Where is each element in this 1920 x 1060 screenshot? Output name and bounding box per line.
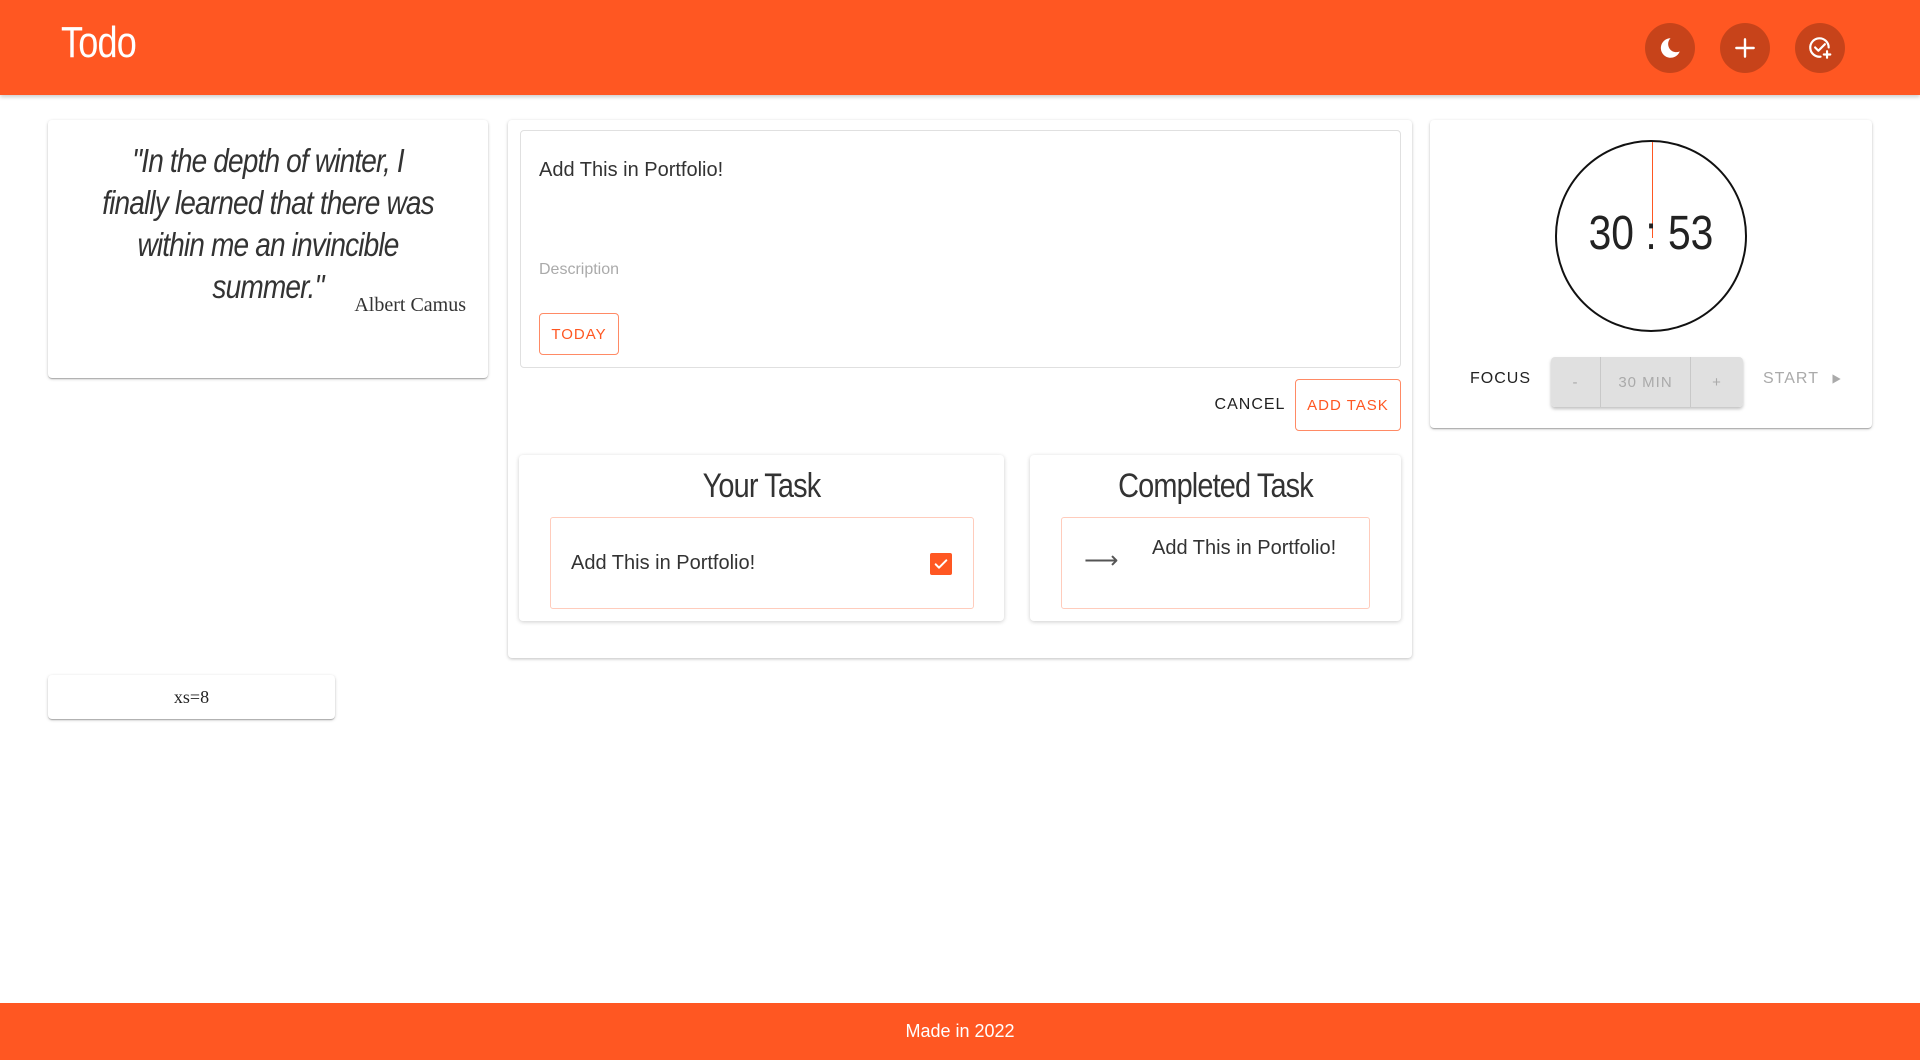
increase-duration-button[interactable]: + (1691, 357, 1743, 407)
app-bar: Todo (0, 0, 1920, 95)
focus-label: FOCUS (1470, 370, 1531, 387)
add-button[interactable] (1720, 23, 1770, 73)
quote-author: Albert Camus (354, 294, 466, 316)
completed-task-card: Completed Task ⟶ Add This in Portfolio! (1030, 455, 1401, 621)
cancel-button[interactable]: CANCEL (1212, 385, 1288, 425)
grid-size-label: xs=8 (173, 686, 210, 707)
list-item[interactable]: ⟶ Add This in Portfolio! (1061, 517, 1370, 609)
footer: Made in 2022 (0, 1003, 1920, 1060)
quote-card: "In the depth of winter, I finally learn… (48, 120, 488, 378)
moon-icon (1660, 38, 1680, 58)
your-task-card: Your Task Add This in Portfolio! (519, 455, 1004, 621)
footer-text: Made in 2022 (905, 1021, 1015, 1041)
task-checkbox[interactable] (930, 553, 952, 575)
list-item[interactable]: Add This in Portfolio! (550, 517, 974, 609)
check-circle-plus-icon (1809, 37, 1832, 59)
task-description-input[interactable]: Description (539, 261, 619, 279)
completed-task-title: Completed Task (1118, 467, 1314, 505)
add-task-button[interactable]: ADD TASK (1295, 379, 1401, 431)
arrow-right-icon[interactable]: ⟶ (1084, 546, 1118, 574)
check-icon (934, 559, 948, 569)
task-editor: Add This in Portfolio! Description TODAY (520, 130, 1401, 368)
task-item-text: Add This in Portfolio! (571, 552, 756, 574)
plus-icon (1735, 38, 1755, 58)
quote-text: "In the depth of winter, I finally learn… (102, 142, 434, 305)
today-button[interactable]: TODAY (539, 313, 619, 355)
duration-button-group: - 30 MIN + (1551, 357, 1743, 407)
start-label: START (1763, 370, 1819, 387)
app-title: Todo (61, 18, 137, 67)
dark-mode-button[interactable] (1645, 23, 1695, 73)
your-task-title: Your Task (702, 467, 822, 505)
start-button[interactable]: START (1763, 370, 1843, 388)
decrease-duration-button[interactable]: - (1551, 357, 1601, 407)
timer-time: 30 : 53 (1588, 207, 1714, 260)
add-task-check-button[interactable] (1795, 23, 1845, 73)
task-title-input[interactable]: Add This in Portfolio! (539, 159, 723, 182)
task-item-text: Add This in Portfolio! (1152, 537, 1337, 559)
pomodoro-timer-card: 30 : 53 FOCUS - 30 MIN + START (1430, 120, 1872, 428)
play-icon (1832, 374, 1841, 384)
timer-clock: 30 : 53 (1555, 140, 1747, 332)
duration-value: 30 MIN (1601, 357, 1691, 407)
grid-size-card: xs=8 (48, 675, 335, 719)
